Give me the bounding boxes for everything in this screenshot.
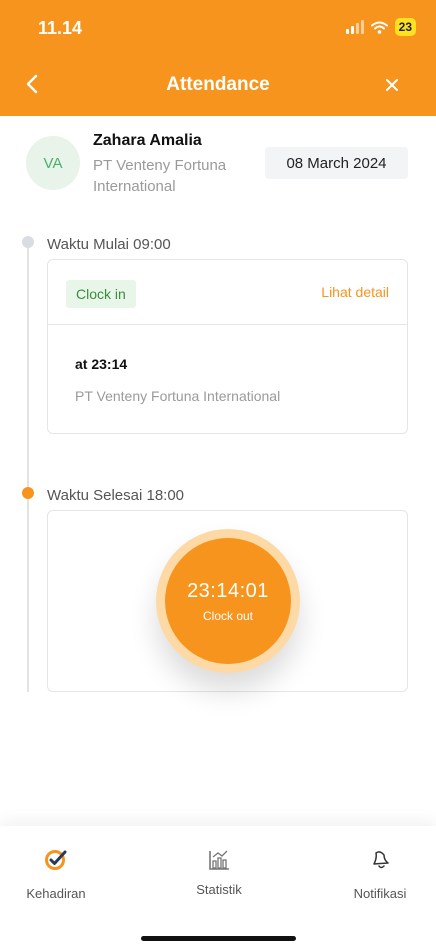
tab-label: Notifikasi xyxy=(353,886,407,901)
status-time: 11.14 xyxy=(38,18,83,38)
clock-in-card: Clock in Lihat detail at 23:14 PT Venten… xyxy=(47,259,408,434)
page-title: Attendance xyxy=(166,74,270,95)
tab-notifikasi[interactable]: Notifikasi xyxy=(325,826,435,916)
timeline-dot-start xyxy=(22,236,34,248)
clock-out-button[interactable]: 23:14:01 Clock out xyxy=(156,529,300,673)
app-header: 11.14 23 Attendance xyxy=(0,0,436,116)
tab-label: Statistik xyxy=(196,882,242,897)
clock-out-timer: 23:14:01 xyxy=(187,579,269,602)
status-icons: 23 xyxy=(345,18,416,36)
start-time-label: Waktu Mulai 09:00 xyxy=(47,236,171,253)
close-icon xyxy=(386,79,398,91)
home-indicator xyxy=(141,936,296,941)
tab-statistik[interactable]: Statistik xyxy=(164,826,274,916)
view-detail-link[interactable]: Lihat detail xyxy=(321,284,389,300)
clock-in-card-header: Clock in Lihat detail xyxy=(48,260,407,325)
clock-out-face: 23:14:01 Clock out xyxy=(165,538,291,664)
user-info: VA Zahara Amalia PT Venteny Fortuna Inte… xyxy=(0,116,436,226)
signal-icon xyxy=(345,20,364,34)
clock-out-label: Clock out xyxy=(202,608,254,623)
battery-indicator: 23 xyxy=(394,18,416,36)
check-circle-icon xyxy=(1,848,111,872)
tab-label: Kehadiran xyxy=(26,886,86,901)
chart-icon xyxy=(164,848,274,872)
date-chip[interactable]: 08 March 2024 xyxy=(265,147,408,179)
clock-out-card: 23:14:01 Clock out xyxy=(47,510,408,692)
timeline-line xyxy=(27,240,29,692)
close-button[interactable] xyxy=(380,72,404,98)
user-company: PT Venteny Fortuna International xyxy=(93,157,227,195)
wifi-icon xyxy=(370,21,388,34)
bottom-tab-bar: Kehadiran Statistik Notifikasi xyxy=(0,826,436,952)
clock-in-badge: Clock in xyxy=(66,280,136,308)
timeline-dot-end xyxy=(22,487,34,499)
clock-in-location: PT Venteny Fortuna International xyxy=(75,388,281,404)
tab-kehadiran[interactable]: Kehadiran xyxy=(1,826,111,916)
clock-in-time: at 23:14 xyxy=(75,356,128,372)
user-name: Zahara Amalia xyxy=(93,132,202,149)
avatar: VA xyxy=(26,136,80,190)
bell-icon xyxy=(325,848,435,872)
end-time-label: Waktu Selesai 18:00 xyxy=(47,487,185,504)
